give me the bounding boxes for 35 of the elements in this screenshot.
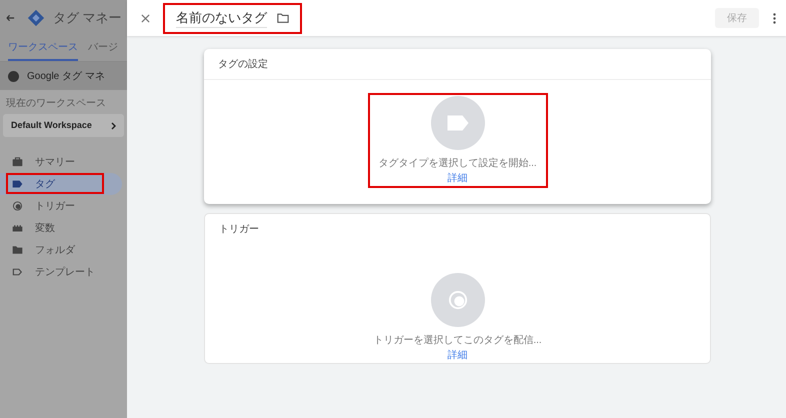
nav-item[interactable]: タグ	[0, 173, 122, 195]
nav-item[interactable]: フォルダ	[0, 239, 122, 261]
nav-item[interactable]: トリガー	[0, 195, 122, 217]
tag-icon	[446, 113, 470, 133]
app-title: タグ マネー	[53, 9, 122, 28]
folder-icon	[12, 245, 23, 255]
details-link[interactable]: 詳細	[448, 171, 468, 186]
nav-item[interactable]: サマリー	[0, 151, 122, 173]
trigger-icon	[12, 201, 23, 211]
more-icon[interactable]	[773, 12, 776, 24]
tag-icon	[12, 179, 23, 189]
setup-prompt[interactable]: タグタイプを選択して設定を開始... 詳細	[368, 93, 548, 188]
details-link[interactable]: 詳細	[448, 348, 468, 363]
tab[interactable]: バージ	[88, 40, 118, 61]
workspace-selector[interactable]: Default Workspace	[3, 114, 124, 137]
notice-text: Google タグ マネ	[27, 70, 105, 84]
tag-outline-icon	[12, 267, 23, 277]
close-icon[interactable]	[141, 14, 150, 22]
diamond-logo-icon	[27, 9, 45, 27]
blocks-icon	[12, 223, 23, 233]
setup-prompt[interactable]: トリガーを選択してこのタグを配信... 詳細	[368, 270, 548, 365]
folder-outline-icon[interactable]	[277, 13, 289, 23]
title-field[interactable]: 名前のないタグ	[163, 2, 302, 34]
workspace-label: 現在のワークスペース	[6, 97, 107, 111]
back-arrow-icon[interactable]	[6, 14, 15, 22]
card-title: トリガー	[219, 223, 259, 237]
info-icon	[8, 70, 19, 82]
nav-item[interactable]: 変数	[0, 217, 122, 239]
chevron-icon	[111, 122, 116, 130]
workspace-name: Default Workspace	[11, 118, 92, 132]
prompt-text: トリガーを選択してこのタグを配信...	[373, 334, 542, 348]
nav-item[interactable]: テンプレート	[0, 261, 122, 283]
briefcase-icon	[12, 157, 23, 167]
card-title: タグの設定	[218, 58, 268, 72]
prompt-text: タグタイプを選択して設定を開始...	[378, 156, 537, 171]
